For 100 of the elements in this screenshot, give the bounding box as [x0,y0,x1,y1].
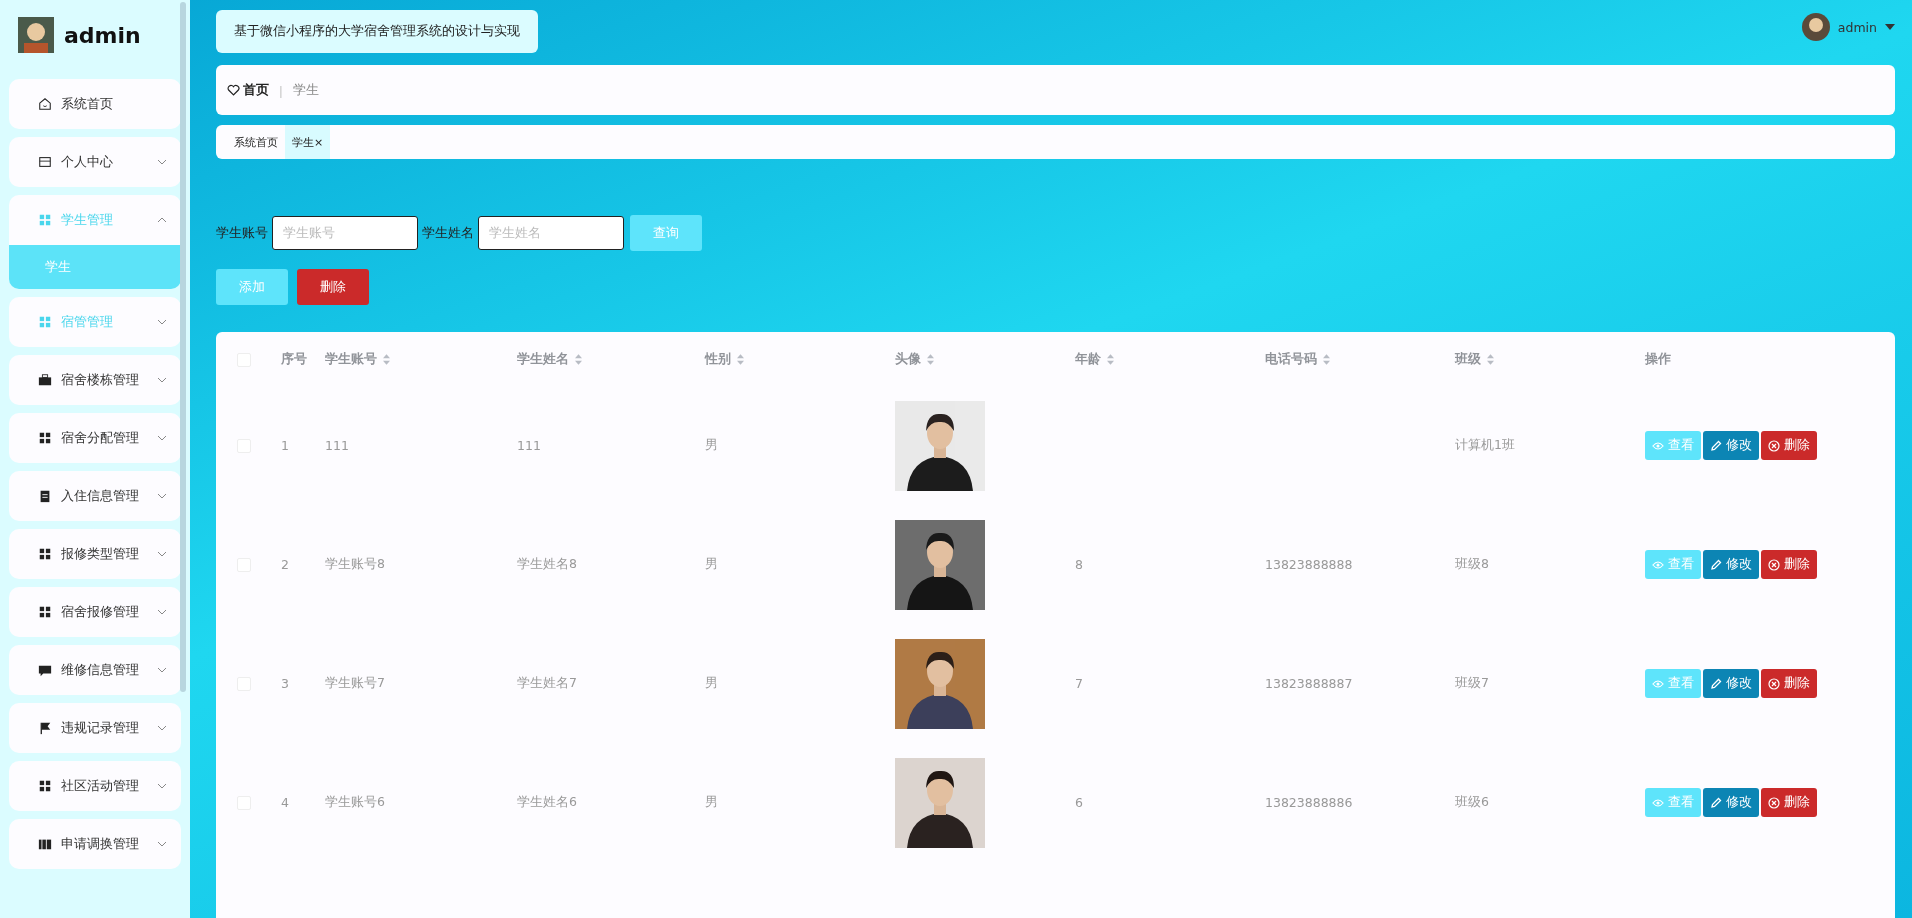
table-cell: 111 [517,438,541,453]
sidebar-item[interactable]: 报修类型管理 [9,529,181,579]
menu-icon [38,779,52,793]
pencil-icon [1710,677,1722,690]
menu-label: 入住信息管理 [61,487,140,505]
table-cell: 学生姓名7 [517,675,577,690]
menu-icon [38,315,52,329]
table-cell: 男 [705,437,718,452]
user-avatar [1801,13,1830,41]
menu-label: 社区活动管理 [61,777,140,795]
edit-button[interactable]: 修改 [1703,550,1759,579]
menu-label: 申请调换管理 [61,835,140,853]
column-header[interactable]: 头像 [895,350,934,368]
column-header[interactable]: 电话号码 [1265,350,1330,368]
menu-label: 个人中心 [61,153,114,171]
table-cell: 学生账号8 [325,556,385,571]
menu-label: 宿管管理 [61,313,114,331]
table-cell: 班级6 [1455,794,1489,809]
column-header[interactable]: 年龄 [1075,350,1114,368]
menu-label: 系统首页 [61,95,114,113]
field-label: 学生姓名 [422,224,474,242]
pencil-icon [1710,558,1722,571]
heart-icon [227,84,240,96]
eye-icon [1652,796,1664,809]
table-cell: 男 [705,556,718,571]
menu-icon [38,663,52,677]
table-cell: 8 [1075,557,1083,572]
menu-icon [38,721,52,735]
sidebar-item[interactable]: 系统首页 [9,79,181,129]
sidebar-item[interactable]: 申请调换管理 [9,819,181,869]
menu-label: 违规记录管理 [61,719,140,737]
sidebar-item[interactable]: 入住信息管理 [9,471,181,521]
table-cell: 4 [281,795,289,810]
sidebar-item[interactable]: 违规记录管理 [9,703,181,753]
sidebar-item[interactable]: 个人中心 [9,137,181,187]
close-icon [1768,558,1780,571]
pencil-icon [1710,796,1722,809]
table-cell: 学生账号7 [325,675,385,690]
sidebar-item[interactable]: 宿舍报修管理 [9,587,181,637]
column-header[interactable]: 序号 [281,350,307,368]
menu-icon [38,431,52,445]
tab[interactable]: 学生× [285,125,331,159]
eye-icon [1652,558,1664,571]
menu-icon [38,547,52,561]
table-cell: 男 [705,794,718,809]
table-cell: 班级7 [1455,675,1489,690]
breadcrumb-link[interactable]: 首页 [243,81,269,99]
edit-button[interactable]: 修改 [1703,669,1759,698]
table-cell: 13823888886 [1265,795,1353,810]
menu-icon [38,605,52,619]
menu-icon [38,155,52,169]
menu-label: 宿舍报修管理 [61,603,140,621]
menu-label: 维修信息管理 [61,661,140,679]
menu-icon [38,489,52,503]
column-header[interactable]: 学生账号 [325,350,390,368]
menu-icon [38,97,52,111]
table-cell: 1 [281,438,289,453]
delete-button[interactable]: 删除 [297,269,369,305]
search-field[interactable]: 学生姓名 [478,216,624,250]
edit-button[interactable]: 修改 [1703,431,1759,460]
table-cell: 3 [281,676,289,691]
tab[interactable]: 系统首页 [227,125,285,159]
eye-icon [1652,439,1664,452]
table-cell: 7 [1075,676,1083,691]
menu-label: 学生管理 [61,211,114,229]
system-title: 基于微信小程序的大学宿舍管理系统的设计与实现 [216,10,538,53]
table-cell: 学生账号6 [325,794,385,809]
delete-button[interactable]: 删除 [1761,550,1817,579]
delete-button[interactable]: 删除 [1761,431,1817,460]
caret-icon [1885,24,1895,30]
column-header[interactable]: 学生姓名 [517,350,582,368]
admin-name: admin [64,22,141,48]
edit-button[interactable]: 修改 [1703,788,1759,817]
field-label: 学生账号 [216,224,268,242]
menu-label: 报修类型管理 [61,545,140,563]
table-cell: 13823888888 [1265,557,1353,572]
column-header[interactable]: 班级 [1455,350,1494,368]
table-cell: 计算机1班 [1455,437,1515,452]
sidebar-item[interactable]: 宿舍分配管理 [9,413,181,463]
column-header[interactable]: 操作 [1645,350,1671,368]
sidebar-item[interactable]: 社区活动管理 [9,761,181,811]
pencil-icon [1710,439,1722,452]
table-cell: 学生姓名6 [517,794,577,809]
menu-icon [38,837,52,851]
delete-button[interactable]: 删除 [1761,669,1817,698]
delete-button[interactable]: 删除 [1761,788,1817,817]
sidebar-item[interactable]: 宿舍楼栋管理 [9,355,181,405]
table-cell: 班级8 [1455,556,1489,571]
menu-label: 宿舍楼栋管理 [61,371,140,389]
table-cell: 男 [705,675,718,690]
table-cell: 学生姓名8 [517,556,577,571]
column-header[interactable]: 性别 [705,350,744,368]
user-menu[interactable]: admin [1837,19,1877,35]
table-cell: 111 [325,438,349,453]
close-icon [1768,796,1780,809]
sidebar-item[interactable]: 维修信息管理 [9,645,181,695]
table-cell: 13823888887 [1265,676,1353,691]
eye-icon [1652,677,1664,690]
search-field[interactable]: 学生账号 [272,216,418,250]
close-icon [1768,439,1780,452]
